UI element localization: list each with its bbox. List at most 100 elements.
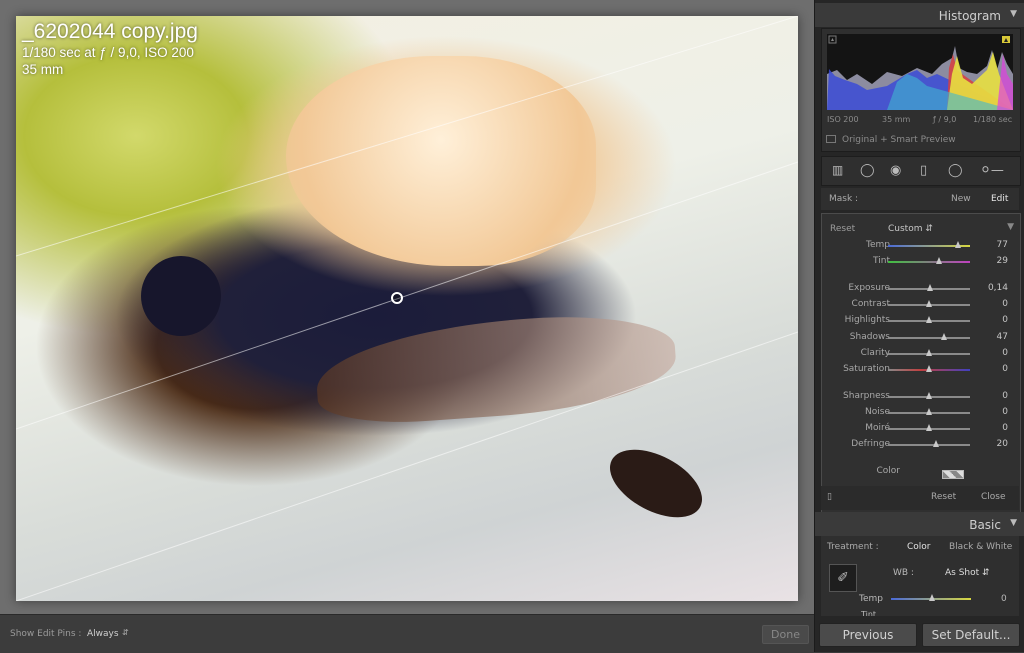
spot-removal-icon[interactable]: ◯ xyxy=(860,163,875,178)
slider-value[interactable]: 0 xyxy=(1002,407,1008,417)
slider-row-sharpness: Sharpness 0 xyxy=(822,389,1018,405)
slider-label: Sharpness xyxy=(843,391,890,401)
slider-value[interactable]: 0 xyxy=(1002,348,1008,358)
smart-preview-icon xyxy=(826,135,836,143)
collapse-triangle-icon[interactable]: ▼ xyxy=(1010,9,1017,19)
color-swatch[interactable] xyxy=(942,470,964,479)
brush-reset-button[interactable]: Reset xyxy=(931,492,956,502)
histogram-graph[interactable] xyxy=(827,34,1013,110)
slider-knob[interactable] xyxy=(926,365,932,372)
basic-header[interactable]: Basic ▼ xyxy=(815,512,1024,536)
previous-button[interactable]: Previous xyxy=(819,623,917,647)
slider-row-clarity: Clarity 0 xyxy=(822,346,1018,362)
brush-close-button[interactable]: Close xyxy=(981,492,1006,502)
tool-strip: ▥ ◯ ◉ ▯ ◯ ⚪— xyxy=(821,156,1021,186)
red-eye-icon[interactable]: ◉ xyxy=(890,163,901,178)
slider-knob[interactable] xyxy=(932,440,939,447)
image-canvas[interactable]: _6202044 copy.jpg 1/180 sec at ƒ / 9,0, … xyxy=(0,0,814,614)
histogram-iso: ISO 200 xyxy=(827,115,859,124)
slider-row-temp: Temp 77 xyxy=(822,238,1018,254)
slider-knob[interactable] xyxy=(926,284,933,291)
graduated-filter-icon[interactable]: ▯ xyxy=(920,163,927,178)
slider-value[interactable]: 0 xyxy=(1002,391,1008,401)
bottom-buttons: Previous Set Default... xyxy=(815,620,1024,652)
slider-knob[interactable] xyxy=(926,316,932,323)
histogram-shutter: 1/180 sec xyxy=(973,115,1013,124)
collapse-triangle-icon[interactable]: ▼ xyxy=(1010,518,1017,528)
slider-value[interactable]: 0 xyxy=(1002,315,1008,325)
slider-knob[interactable] xyxy=(926,392,932,399)
graduated-filter-lines[interactable] xyxy=(16,16,798,601)
color-row: Color xyxy=(822,464,1018,480)
basic-tint-label: Tint xyxy=(861,610,877,616)
slider-row-highlights: Highlights 0 xyxy=(822,313,1018,329)
collapse-triangle-icon[interactable]: ▼ xyxy=(1007,222,1014,232)
smart-preview-label: Original + Smart Preview xyxy=(842,135,956,145)
bottom-toolbar: Show Edit Pins : Always ⇵ Done xyxy=(0,614,814,653)
slider-value[interactable]: 0 xyxy=(1002,299,1008,309)
slider-knob[interactable] xyxy=(940,333,947,340)
slider-value[interactable]: 20 xyxy=(997,439,1008,449)
slider-label: Defringe xyxy=(851,439,890,449)
treatment-color-option[interactable]: Color xyxy=(907,542,931,552)
treatment-label: Treatment : xyxy=(827,542,879,552)
slider-knob[interactable] xyxy=(935,257,942,264)
color-label: Color xyxy=(876,466,901,476)
basic-panel: Treatment : Color Black & White ✐ WB : A… xyxy=(821,536,1019,616)
smart-preview-status[interactable]: Original + Smart Preview xyxy=(826,135,956,145)
slider-value[interactable]: 77 xyxy=(997,240,1008,250)
slider-track[interactable] xyxy=(888,337,970,339)
slider-value[interactable]: 29 xyxy=(997,256,1008,266)
slider-value[interactable]: 0 xyxy=(1002,423,1008,433)
slider-knob[interactable] xyxy=(926,424,932,431)
slider-label: Exposure xyxy=(848,283,890,293)
adjustment-panel-footer: ▯ Reset Close xyxy=(821,486,1019,510)
slider-row-noise: Noise 0 xyxy=(822,405,1018,421)
wb-value: As Shot xyxy=(945,568,980,578)
slider-knob[interactable] xyxy=(926,300,932,307)
treatment-bw-option[interactable]: Black & White xyxy=(949,542,1012,552)
wb-select[interactable]: As Shot ⇵ xyxy=(945,568,990,578)
slider-label: Clarity xyxy=(860,348,890,358)
mask-label: Mask : xyxy=(829,194,859,204)
slider-label: Shadows xyxy=(849,332,890,342)
slider-row-tint: Tint 29 xyxy=(822,254,1018,270)
slider-value[interactable]: 47 xyxy=(997,332,1008,342)
histogram-focal: 35 mm xyxy=(882,115,911,124)
slider-value[interactable]: 0,14 xyxy=(988,283,1008,293)
adjustment-brush-icon[interactable]: ⚪— xyxy=(980,163,1004,178)
slider-row-shadows: Shadows 47 xyxy=(822,330,1018,346)
white-balance-eyedropper-icon[interactable]: ✐ xyxy=(829,564,857,592)
done-button[interactable]: Done xyxy=(762,625,809,644)
mask-new-button[interactable]: New xyxy=(951,194,971,204)
slider-row-contrast: Contrast 0 xyxy=(822,297,1018,313)
slider-knob[interactable] xyxy=(926,349,932,356)
slider-value[interactable]: 0 xyxy=(1002,364,1008,374)
edit-pin[interactable] xyxy=(391,292,403,304)
effect-preset-value: Custom xyxy=(888,224,923,234)
photo-preview[interactable]: _6202044 copy.jpg 1/180 sec at ƒ / 9,0, … xyxy=(16,16,798,601)
effect-preset-select[interactable]: Custom ⇵ xyxy=(888,224,933,234)
effect-reset-label[interactable]: Reset xyxy=(830,224,855,234)
slider-row-moir: Moiré 0 xyxy=(822,421,1018,437)
histogram-svg xyxy=(827,35,1013,110)
photo-filename: _6202044 copy.jpg xyxy=(22,20,198,43)
edit-pins-select[interactable]: Always xyxy=(87,629,119,639)
histogram-aperture: ƒ / 9,0 xyxy=(933,115,957,124)
slider-label: Contrast xyxy=(851,299,890,309)
slider-row-exposure: Exposure 0,14 xyxy=(822,281,1018,297)
crop-overlay-icon[interactable]: ▥ xyxy=(832,163,843,177)
slider-label: Noise xyxy=(865,407,890,417)
chevron-updown-icon[interactable]: ⇵ xyxy=(122,628,129,637)
slider-track[interactable] xyxy=(888,261,970,263)
set-default-button[interactable]: Set Default... xyxy=(922,623,1020,647)
basic-temp-knob[interactable] xyxy=(929,594,935,601)
slider-knob[interactable] xyxy=(926,408,932,415)
slider-track[interactable] xyxy=(888,444,970,446)
slider-knob[interactable] xyxy=(954,241,961,248)
histogram-header[interactable]: Histogram ▼ xyxy=(815,3,1024,27)
wb-label: WB : xyxy=(893,568,914,578)
mask-edit-button[interactable]: Edit xyxy=(991,194,1008,204)
radial-filter-icon[interactable]: ◯ xyxy=(948,163,963,178)
mask-overlay-toggle-icon[interactable]: ▯ xyxy=(827,492,832,502)
